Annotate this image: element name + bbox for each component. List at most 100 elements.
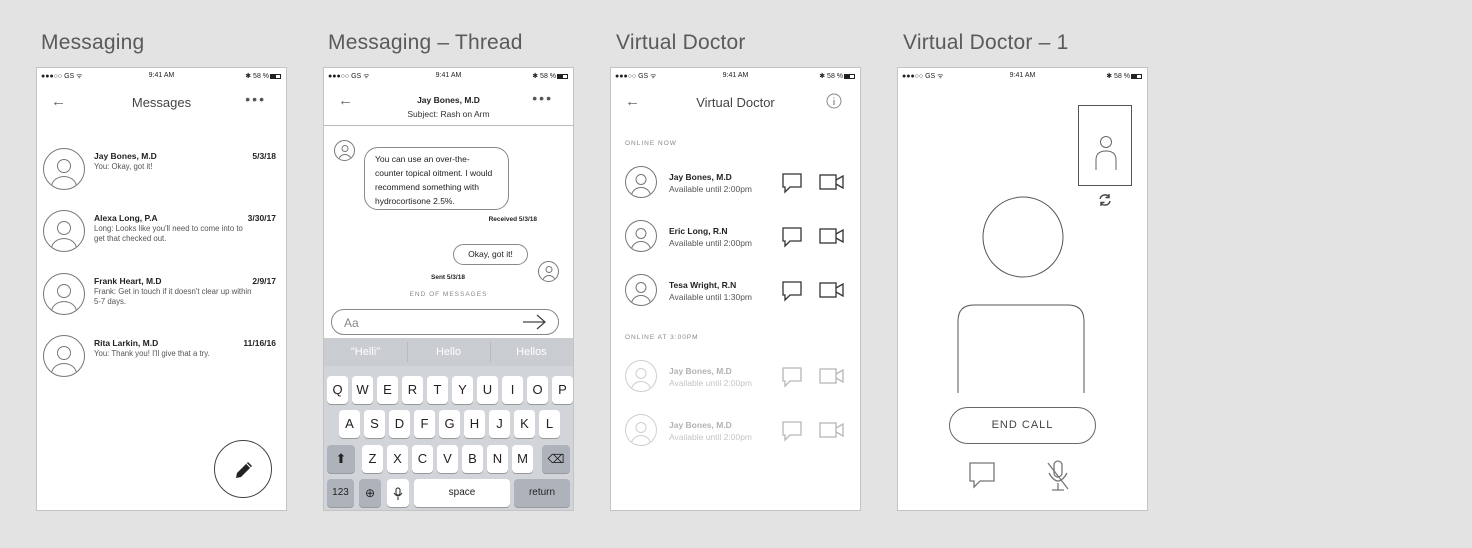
conversation-item[interactable]: Frank Heart, M.D 2/9/17 Frank: Get in to… [43,273,276,317]
board-title-virtual-doctor: Virtual Doctor [616,31,746,54]
conversation-date: 3/30/17 [247,213,276,223]
user-icon [1095,136,1117,170]
suggestion[interactable]: Hellos [490,338,573,366]
doctor-item-unavailable: Jay Bones, M.D Available until 2:00pm [625,414,848,448]
board-title-thread: Messaging – Thread [328,31,523,54]
page-title: Virtual Doctor [696,95,775,110]
mic-off-icon[interactable] [1046,459,1070,493]
chat-icon[interactable] [781,226,803,248]
key-n[interactable]: N [487,445,508,473]
chat-icon [782,421,802,442]
key-b[interactable]: B [462,445,483,473]
return-key[interactable]: return [514,479,570,507]
key-h[interactable]: H [464,410,485,438]
doctor-item[interactable]: Jay Bones, M.D Available until 2:00pm [625,166,848,200]
battery-indicator: ✱ 58 % [819,72,855,80]
shift-key[interactable]: ⬆ [327,445,355,473]
key-l[interactable]: L [539,410,560,438]
chat-icon[interactable] [781,280,803,302]
doctor-name: Jay Bones, M.D [669,420,732,430]
key-e[interactable]: E [377,376,398,404]
doctor-item[interactable]: Tesa Wright, R.N Available until 1:30pm [625,274,848,308]
doctor-name: Eric Long, R.N [669,226,728,236]
avatar [43,335,85,377]
self-camera-preview[interactable] [1078,105,1132,186]
conversation-preview: You: Thank you! I'll give that a try. [94,349,210,358]
doctor-item[interactable]: Eric Long, R.N Available until 2:00pm [625,220,848,254]
chat-icon[interactable] [781,172,803,194]
key-a[interactable]: A [339,410,360,438]
chat-icon [782,367,802,388]
key-t[interactable]: T [427,376,448,404]
board-title-messaging: Messaging [41,31,145,54]
avatar [625,220,657,252]
more-icon[interactable]: ••• [245,91,266,107]
video-camera-icon[interactable] [819,174,845,190]
remote-participant-video [957,196,1085,393]
conversation-item[interactable]: Rita Larkin, M.D 11/16/16 You: Thank you… [43,335,276,379]
avatar [43,210,85,252]
battery-icon [844,73,855,79]
avatar [43,148,85,190]
battery-indicator: ✱ 58 % [245,72,281,80]
more-icon[interactable]: ••• [532,90,553,106]
conversation-preview: You: Okay, got it! [94,162,153,171]
battery-label: ✱ 58 % [532,73,556,80]
key-p[interactable]: P [552,376,573,404]
key-d[interactable]: D [389,410,410,438]
info-icon[interactable] [826,93,842,109]
end-of-messages-label: END OF MESSAGES [409,291,488,298]
status-bar: ●●●○○ GS ᯤ 9:41 AM ✱ 58 % [898,68,1147,84]
key-m[interactable]: M [512,445,533,473]
numbers-key[interactable]: 123 [327,479,354,507]
avatar [625,414,657,446]
send-arrow-icon[interactable] [522,313,548,331]
microphone-key[interactable] [387,479,409,507]
doctor-availability: Available until 1:30pm [669,292,753,302]
doctor-availability: Available until 2:00pm [669,184,753,194]
battery-label: ✱ 58 % [245,73,269,80]
status-bar: ●●●○○ GS ᯤ 9:41 AM ✱ 58 % [37,68,286,84]
section-online-now: ONLINE NOW [625,140,677,147]
key-k[interactable]: K [514,410,535,438]
battery-icon [557,73,568,79]
conversation-item[interactable]: Alexa Long, P.A 3/30/17 Long: Looks like… [43,210,276,254]
key-i[interactable]: I [502,376,523,404]
suggestion[interactable]: "Helli" [324,338,407,366]
key-q[interactable]: Q [327,376,348,404]
conversation-date: 5/3/18 [252,151,276,161]
key-f[interactable]: F [414,410,435,438]
key-u[interactable]: U [477,376,498,404]
space-key[interactable]: space [414,479,510,507]
phone-virtual-doctor: ●●●○○ GS ᯤ 9:41 AM ✱ 58 % ← Virtual Doct… [610,67,861,511]
video-camera-icon[interactable] [819,228,845,244]
backspace-key[interactable]: ⌫ [542,445,570,473]
suggestion[interactable]: Hello [407,338,490,366]
conversation-item[interactable]: Jay Bones, M.D 5/3/18 You: Okay, got it! [43,148,276,192]
battery-indicator: ✱ 58 % [1106,72,1142,80]
key-j[interactable]: J [489,410,510,438]
doctor-name: Tesa Wright, R.N [669,280,737,290]
key-x[interactable]: X [387,445,408,473]
key-c[interactable]: C [412,445,433,473]
key-z[interactable]: Z [362,445,383,473]
message-received-time: Received 5/3/18 [488,216,537,223]
key-y[interactable]: Y [452,376,473,404]
compose-button[interactable] [214,440,272,498]
key-s[interactable]: S [364,410,385,438]
key-w[interactable]: W [352,376,373,404]
conversation-preview: Long: Looks like you'll need to come int… [94,224,243,243]
key-r[interactable]: R [402,376,423,404]
globe-icon[interactable]: ⊕ [359,479,381,507]
video-camera-icon [819,368,844,384]
key-v[interactable]: V [437,445,458,473]
status-bar: ●●●○○ GS ᯤ 9:41 AM ✱ 58 % [611,68,860,84]
refresh-icon[interactable] [1097,192,1113,208]
video-camera-icon[interactable] [819,282,845,298]
chat-icon[interactable] [968,461,996,489]
end-call-button[interactable]: END CALL [949,407,1096,444]
key-g[interactable]: G [439,410,460,438]
key-o[interactable]: O [527,376,548,404]
message-input[interactable]: Aa [331,309,559,335]
doctor-name: Jay Bones, M.D [669,366,732,376]
